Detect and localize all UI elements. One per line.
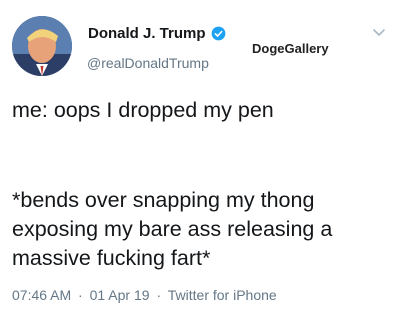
- tweet-text-paragraph-2: *bends over snapping my thong exposing m…: [12, 188, 333, 270]
- tweet-source[interactable]: Twitter for iPhone: [168, 287, 277, 303]
- meta-separator: ·: [156, 287, 162, 303]
- verified-badge-icon: [211, 26, 225, 41]
- meta-separator: ·: [78, 287, 83, 303]
- tweet-date[interactable]: 01 Apr 19: [90, 287, 150, 303]
- author-handle[interactable]: @realDonaldTrump: [87, 55, 209, 71]
- author-name-row[interactable]: Donald J. Trump: [88, 25, 226, 42]
- avatar[interactable]: [12, 16, 72, 76]
- watermark-text: DogeGallery: [252, 41, 329, 56]
- tweet-metadata: 07:46 AM · 01 Apr 19 · Twitter for iPhon…: [12, 287, 277, 303]
- tweet-time[interactable]: 07:46 AM: [12, 287, 71, 303]
- author-display-name[interactable]: Donald J. Trump: [88, 25, 206, 42]
- tweet-card: Donald J. Trump @realDonaldTrump DogeGal…: [0, 0, 400, 316]
- tweet-text-line-1: me: oops I dropped my pen: [12, 98, 274, 122]
- avatar-image: [12, 16, 72, 76]
- chevron-down-icon[interactable]: [372, 28, 386, 38]
